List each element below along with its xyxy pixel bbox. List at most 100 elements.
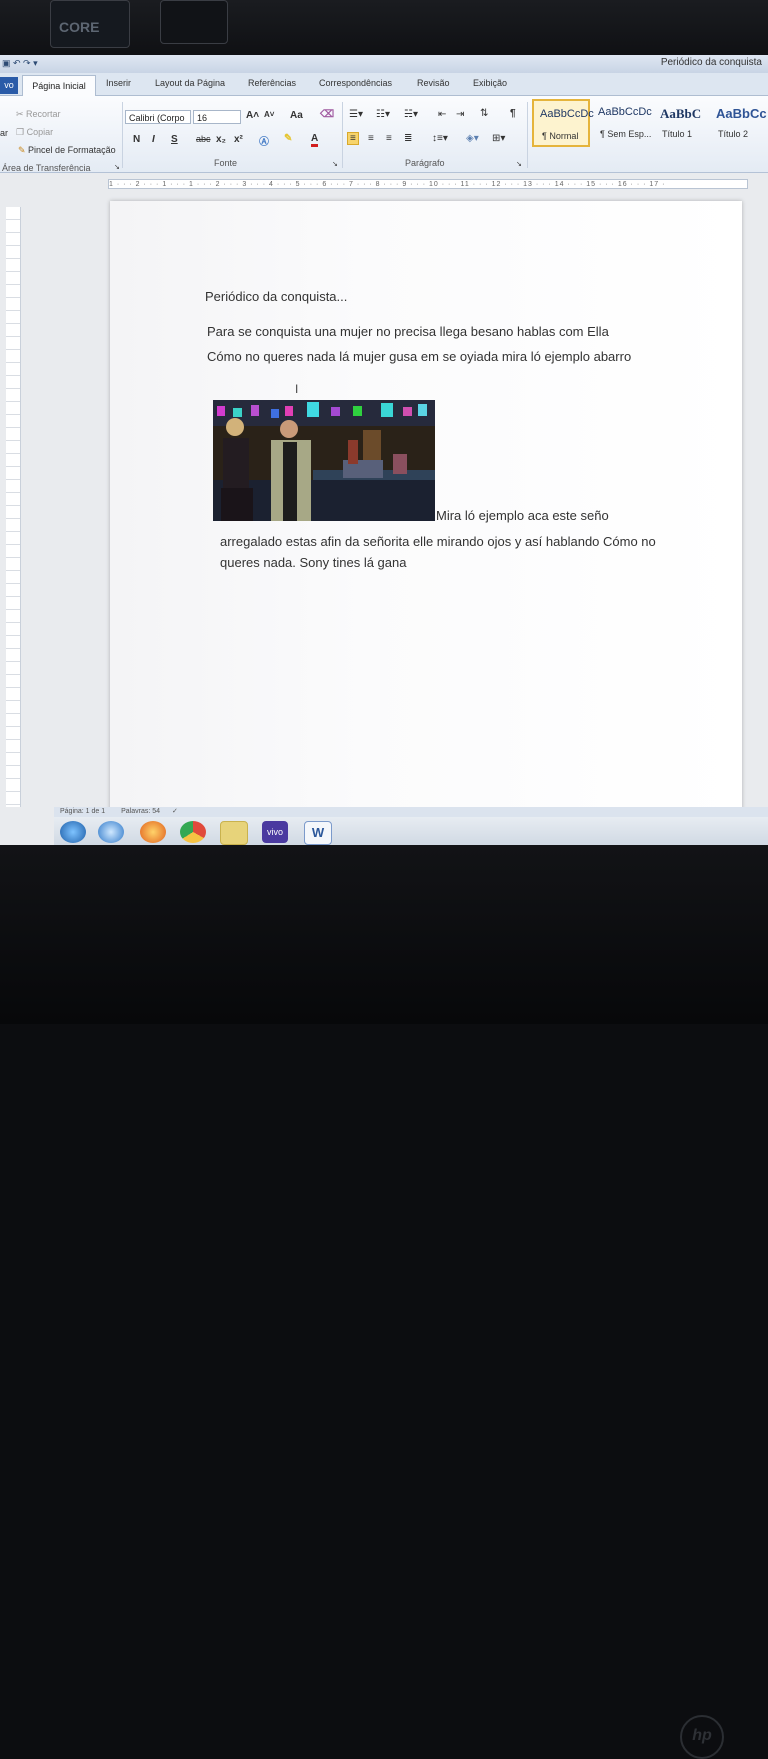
copy-button[interactable]: ❐ Copiar [16, 127, 53, 138]
style-normal[interactable]: AaBbCcDc ¶ Normal [532, 99, 594, 147]
clipboard-launcher-icon[interactable]: ↘ [114, 163, 120, 171]
tab-file[interactable]: vo [0, 77, 18, 94]
underline-button[interactable]: S [171, 134, 178, 145]
show-marks-button[interactable]: ¶ [510, 108, 516, 119]
paragraph-launcher-icon[interactable]: ↘ [516, 160, 522, 168]
style-no-spacing[interactable]: AaBbCcDc ¶ Sem Esp... [592, 99, 652, 147]
style-heading-1[interactable]: AaBbC Título 1 [654, 99, 708, 147]
decrease-indent-icon[interactable]: ⇤ [438, 109, 446, 120]
tab-insert[interactable]: Inserir [106, 78, 131, 88]
grow-font-button[interactable]: A˄ [246, 110, 259, 121]
style-preview: AaBbCcDc [598, 106, 652, 118]
numbering-icon[interactable]: ☷▾ [376, 109, 390, 120]
status-bar: Página: 1 de 1 Palavras: 54 ✓ [54, 807, 768, 817]
sort-icon[interactable]: ⇅ [480, 108, 488, 119]
document-paragraph-2-first-line[interactable]: Mira ló ejemplo aca este seño [436, 508, 609, 523]
style-preview: AaBbCc [716, 106, 767, 121]
line-spacing-icon[interactable]: ↕≡▾ [432, 133, 448, 144]
brush-icon: ✎ [18, 145, 29, 155]
style-name: Título 2 [718, 129, 749, 139]
increase-indent-icon[interactable]: ⇥ [456, 109, 464, 120]
title-bar: ▣ ↶ ↷ ▾ Periódico da conquista [0, 55, 768, 73]
document-page[interactable]: Periódico da conquista... Para se conqui… [110, 201, 742, 813]
style-name: ¶ Sem Esp... [600, 129, 652, 139]
tab-review[interactable]: Revisão [417, 78, 450, 88]
copy-label: Copiar [26, 127, 54, 137]
superscript-button[interactable]: x² [234, 134, 243, 145]
copy-icon: ❐ [16, 127, 27, 137]
hp-logo: hp [680, 1715, 724, 1759]
group-divider [342, 102, 343, 168]
document-paragraph-1[interactable]: Para se conquista una mujer no precisa l… [207, 319, 647, 369]
paste-button[interactable]: ar [0, 128, 8, 138]
shrink-font-button[interactable]: A˅ [264, 110, 274, 119]
page-count[interactable]: Página: 1 de 1 [60, 808, 105, 815]
strikethrough-button[interactable]: abc [196, 134, 211, 144]
subscript-button[interactable]: x₂ [216, 134, 226, 145]
text-effects-icon[interactable]: Ⓐ [259, 133, 269, 148]
bold-button[interactable]: N [133, 134, 140, 145]
inserted-picture[interactable] [213, 400, 435, 521]
group-divider [122, 102, 123, 168]
sticker-2 [160, 0, 228, 44]
font-size-combo[interactable]: 16 [193, 110, 241, 124]
sticker-label: CORE [59, 19, 100, 35]
folder-icon[interactable] [220, 821, 248, 845]
group-divider [527, 102, 528, 168]
font-color-button[interactable]: A [311, 134, 319, 147]
change-case-button[interactable]: Aa [290, 110, 303, 121]
party-scene-image [213, 400, 435, 521]
font-launcher-icon[interactable]: ↘ [332, 160, 338, 168]
vivo-app-icon[interactable]: vivo [262, 821, 288, 843]
borders-icon[interactable]: ⊞▾ [492, 133, 505, 144]
tab-home[interactable]: Página Inicial [22, 75, 96, 96]
style-name: Título 1 [662, 129, 693, 139]
clear-format-icon[interactable]: ⌫ [320, 109, 334, 120]
tab-view[interactable]: Exibição [473, 78, 507, 88]
scissors-icon: ✂ [16, 109, 27, 119]
cut-label: Recortar [26, 109, 61, 119]
format-painter-button[interactable]: ✎ Pincel de Formatação [18, 145, 116, 156]
chrome-icon[interactable] [180, 821, 206, 843]
style-heading-2[interactable]: AaBbCc Título 2 [710, 99, 768, 147]
horizontal-ruler[interactable]: 1 · · · 2 · · · 1 · · · 1 · · · 2 · · · … [108, 179, 748, 189]
firefox-icon[interactable] [140, 821, 166, 843]
multilevel-list-icon[interactable]: ☵▾ [404, 109, 418, 120]
window-title: Periódico da conquista [660, 57, 762, 68]
clipboard-group-label: Área de Transferência [2, 163, 91, 173]
align-right-icon[interactable]: ≡ [386, 133, 392, 144]
align-left-icon[interactable]: ≡ [347, 132, 359, 145]
start-button-icon[interactable] [60, 821, 86, 843]
highlight-icon[interactable]: ✎ [284, 133, 292, 144]
style-name: ¶ Normal [542, 131, 579, 141]
style-preview: AaBbC [660, 106, 702, 121]
internet-explorer-icon[interactable] [98, 821, 124, 843]
tab-page-layout[interactable]: Layout da Página [155, 78, 225, 88]
word-count[interactable]: Palavras: 54 [121, 808, 160, 815]
screen: ▣ ↶ ↷ ▾ Periódico da conquista vo Página… [0, 55, 768, 845]
bullets-icon[interactable]: ☰▾ [349, 109, 363, 120]
document-title[interactable]: Periódico da conquista... [205, 289, 347, 304]
tab-references[interactable]: Referências [248, 78, 296, 88]
font-group-label: Fonte [214, 158, 238, 168]
vertical-ruler[interactable] [6, 207, 21, 807]
monitor-bezel-top: CORE [0, 0, 768, 58]
italic-button[interactable]: I [152, 134, 155, 145]
taskbar: vivo W [54, 817, 768, 845]
format-painter-label: Pincel de Formatação [28, 145, 116, 155]
ribbon-tabs: vo Página Inicial Inserir Layout da Pági… [0, 73, 768, 96]
cut-button[interactable]: ✂ Recortar [16, 109, 61, 120]
ribbon: ar ✂ Recortar ❐ Copiar ✎ Pincel de Forma… [0, 96, 768, 173]
font-name-combo[interactable]: Calibri (Corpo [125, 110, 191, 124]
word-taskbar-icon[interactable]: W [304, 821, 332, 845]
style-preview: AaBbCcDc [540, 108, 594, 120]
shading-icon[interactable]: ◈▾ [466, 133, 479, 144]
quick-access-toolbar[interactable]: ▣ ↶ ↷ ▾ [2, 58, 38, 69]
monitor-bezel-bottom: hp [0, 845, 768, 1759]
align-center-icon[interactable]: ≡ [368, 133, 374, 144]
justify-icon[interactable]: ≣ [404, 133, 412, 144]
intel-sticker: CORE [50, 0, 130, 48]
tab-mailings[interactable]: Correspondências [319, 78, 392, 88]
document-paragraph-2[interactable]: arregalado estas afin da señorita elle m… [220, 531, 660, 573]
proofing-icon[interactable]: ✓ [172, 808, 178, 815]
